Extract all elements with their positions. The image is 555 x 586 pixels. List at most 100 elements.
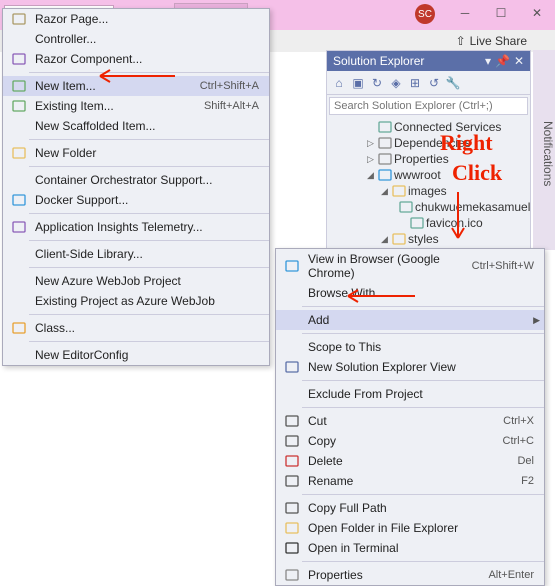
- menu-item-label: Razor Component...: [29, 52, 263, 66]
- menu-item[interactable]: Container Orchestrator Support...: [3, 170, 269, 190]
- menu-item[interactable]: Razor Component...: [3, 49, 269, 69]
- tree-item-label: images: [408, 184, 447, 198]
- tree-item[interactable]: chukwuemekasamuel.jpg: [327, 199, 530, 215]
- menu-item[interactable]: New EditorConfig: [3, 345, 269, 365]
- menu-item[interactable]: View in Browser (Google Chrome)Ctrl+Shif…: [276, 249, 544, 283]
- tree-item[interactable]: favicon.ico: [327, 215, 530, 231]
- menu-item[interactable]: RenameF2: [276, 471, 544, 491]
- menu-item-label: Existing Project as Azure WebJob: [29, 294, 263, 308]
- tree-item[interactable]: ◢ styles: [327, 231, 530, 247]
- menu-item[interactable]: CopyCtrl+C: [276, 431, 544, 451]
- copy-icon: [282, 434, 302, 448]
- menu-item[interactable]: Class...: [3, 318, 269, 338]
- menu-item[interactable]: DeleteDel: [276, 451, 544, 471]
- menu-item[interactable]: New Azure WebJob Project: [3, 271, 269, 291]
- scope-icon[interactable]: ◈: [388, 75, 404, 91]
- refresh-icon[interactable]: ↺: [426, 75, 442, 91]
- home-icon[interactable]: ⌂: [331, 75, 347, 91]
- menu-item-label: Add: [302, 313, 538, 327]
- show-all-icon[interactable]: ⊞: [407, 75, 423, 91]
- maximize-button[interactable]: ☐: [483, 0, 519, 26]
- folder-icon: [392, 184, 406, 198]
- expand-icon[interactable]: ▷: [365, 154, 376, 165]
- menu-shortcut: Ctrl+Shift+W: [472, 260, 538, 272]
- context-menu: View in Browser (Google Chrome)Ctrl+Shif…: [275, 248, 545, 586]
- live-share-button[interactable]: ⇧ Live Share: [452, 30, 531, 52]
- dropdown-icon[interactable]: ▾: [485, 54, 491, 68]
- menu-item-label: Docker Support...: [29, 193, 263, 207]
- menu-item-label: Scope to This: [302, 340, 538, 354]
- menu-item[interactable]: New Solution Explorer View: [276, 357, 544, 377]
- copy-icon: [282, 501, 302, 515]
- notifications-tab[interactable]: Notifications: [533, 50, 555, 250]
- menu-item[interactable]: Docker Support...: [3, 190, 269, 210]
- menu-item[interactable]: New Item...Ctrl+Shift+A: [3, 76, 269, 96]
- menu-shortcut: Ctrl+X: [503, 415, 538, 427]
- delete-icon: [282, 454, 302, 468]
- tree-item[interactable]: ▷Properties: [327, 151, 530, 167]
- menu-item[interactable]: Application Insights Telemetry...: [3, 217, 269, 237]
- expand-icon[interactable]: ▷: [365, 138, 376, 149]
- cut-icon: [282, 414, 302, 428]
- menu-item[interactable]: Existing Project as Azure WebJob: [3, 291, 269, 311]
- solution-search-input[interactable]: [329, 97, 528, 115]
- collapse-icon[interactable]: ▣: [350, 75, 366, 91]
- share-icon: ⇧: [456, 34, 466, 48]
- menu-item-label: Razor Page...: [29, 12, 263, 26]
- solution-explorer-panel: Solution Explorer ▾ 📌 ✕ ⌂ ▣ ↻ ◈ ⊞ ↺ 🔧 Co…: [326, 50, 531, 266]
- expand-icon[interactable]: ◢: [379, 234, 390, 245]
- menu-item[interactable]: Browse With...: [276, 283, 544, 303]
- menu-item[interactable]: Exclude From Project: [276, 384, 544, 404]
- menu-item[interactable]: Copy Full Path: [276, 498, 544, 518]
- menu-item[interactable]: Open Folder in File Explorer: [276, 518, 544, 538]
- tree-item[interactable]: Connected Services: [327, 119, 530, 135]
- close-icon[interactable]: ✕: [514, 54, 524, 68]
- menu-item[interactable]: CutCtrl+X: [276, 411, 544, 431]
- image-icon: [399, 200, 413, 214]
- tree-item[interactable]: ▷Dependencies: [327, 135, 530, 151]
- tree-item-label: styles: [408, 232, 439, 246]
- close-button[interactable]: ✕: [519, 0, 555, 26]
- menu-item-label: New Azure WebJob Project: [29, 274, 263, 288]
- properties-icon: [282, 568, 302, 582]
- menu-item[interactable]: New Folder: [3, 143, 269, 163]
- menu-item-label: Client-Side Library...: [29, 247, 263, 261]
- tree-item[interactable]: ◢ images: [327, 183, 530, 199]
- menu-item[interactable]: PropertiesAlt+Enter: [276, 565, 544, 585]
- menu-item-label: Cut: [302, 414, 503, 428]
- menu-item-label: New Scaffolded Item...: [29, 119, 263, 133]
- pin-icon[interactable]: 📌: [495, 54, 510, 68]
- add-submenu: Razor Page... Controller... Razor Componen…: [2, 8, 270, 366]
- menu-shortcut: F2: [521, 475, 538, 487]
- folder-open-icon: [282, 521, 302, 535]
- menu-item[interactable]: Existing Item...Shift+Alt+A: [3, 96, 269, 116]
- rename-icon: [282, 474, 302, 488]
- solution-tree[interactable]: Connected Services▷Dependencies▷Properti…: [327, 117, 530, 265]
- menu-item[interactable]: Controller...: [3, 29, 269, 49]
- explorer-icon: [282, 360, 302, 374]
- menu-item-label: Copy Full Path: [302, 501, 538, 515]
- menu-item[interactable]: Open in Terminal: [276, 538, 544, 558]
- submenu-arrow-icon: ▶: [533, 315, 540, 326]
- minimize-button[interactable]: ─: [447, 0, 483, 26]
- menu-item[interactable]: Scope to This: [276, 337, 544, 357]
- connected-icon: [378, 120, 392, 134]
- properties-icon[interactable]: 🔧: [445, 75, 461, 91]
- menu-item[interactable]: Razor Page...: [3, 9, 269, 29]
- menu-item-label: Exclude From Project: [302, 387, 538, 401]
- menu-item[interactable]: Add▶: [276, 310, 544, 330]
- menu-item-label: Rename: [302, 474, 521, 488]
- expand-icon[interactable]: ◢: [379, 186, 390, 197]
- menu-item[interactable]: New Scaffolded Item...: [3, 116, 269, 136]
- menu-item-label: Delete: [302, 454, 517, 468]
- expand-icon[interactable]: ◢: [365, 170, 376, 181]
- menu-item-label: Controller...: [29, 32, 263, 46]
- menu-item[interactable]: Client-Side Library...: [3, 244, 269, 264]
- menu-item-label: New Solution Explorer View: [302, 360, 538, 374]
- sync-icon[interactable]: ↻: [369, 75, 385, 91]
- tree-item[interactable]: ◢wwwroot: [327, 167, 530, 183]
- avatar[interactable]: SC: [415, 4, 435, 24]
- folder-icon: [392, 232, 406, 246]
- page-icon: [9, 12, 29, 26]
- menu-item-label: Open Folder in File Explorer: [302, 521, 538, 535]
